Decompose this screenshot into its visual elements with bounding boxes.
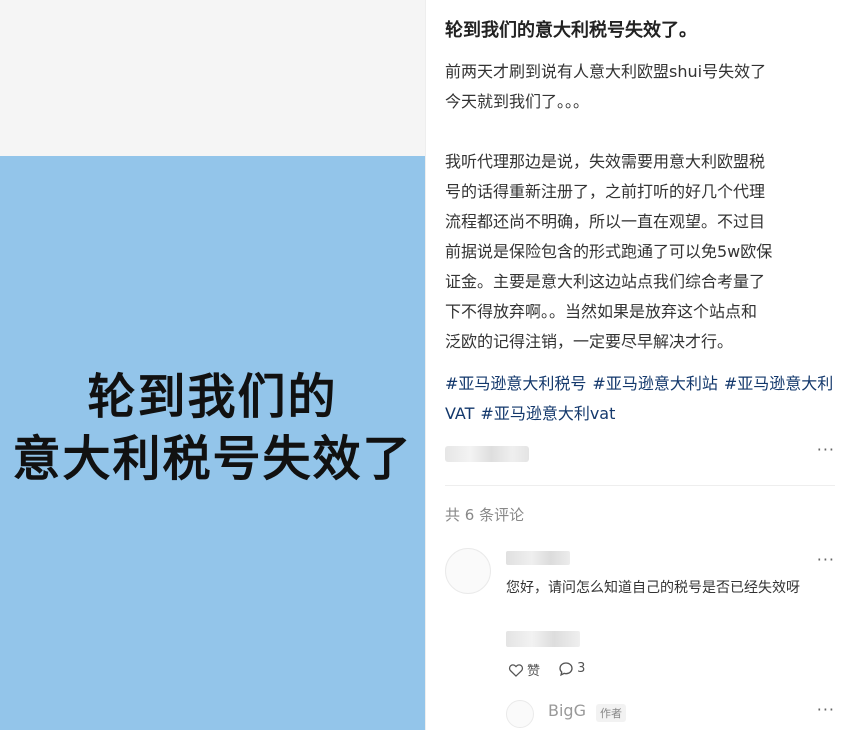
comment-more-icon[interactable]: ··· bbox=[817, 550, 835, 569]
comment-count: 共 6 条评论 bbox=[445, 506, 525, 524]
tag-link[interactable]: #亚马逊意大利站 bbox=[592, 374, 717, 393]
comment-text: 您好，请问怎么知道自己的税号是否已经失效呀 bbox=[506, 580, 800, 596]
image-headline-line2: 意大利税号失效了 bbox=[12, 431, 413, 487]
comment-actions: 赞 3 bbox=[508, 660, 599, 681]
post-image-panel: 轮到我们的 意大利税号失效了 bbox=[0, 0, 425, 730]
comment-avatar[interactable] bbox=[445, 548, 491, 594]
blurred-commenter-name bbox=[506, 551, 570, 565]
post-body: 前两天才刷到说有人意大利欧盟shui号失效了 今天就到我们了。。。 我听代理那边… bbox=[445, 57, 840, 357]
blurred-comment-date bbox=[506, 631, 580, 647]
divider bbox=[445, 485, 835, 486]
blurred-post-date bbox=[445, 446, 529, 462]
reply-author-name[interactable]: BigG bbox=[548, 701, 586, 720]
reply-more-icon[interactable]: ··· bbox=[817, 700, 835, 719]
author-badge: 作者 bbox=[596, 704, 626, 722]
reply-avatar[interactable] bbox=[506, 700, 534, 728]
heart-icon bbox=[508, 663, 524, 677]
post-paragraph-2: 我听代理那边是说，失效需要用意大利欧盟税 号的话得重新注册了，之前打听的好几个代… bbox=[445, 152, 773, 351]
post-tags: #亚马逊意大利税号 #亚马逊意大利站 #亚马逊意大利VAT #亚马逊意大利vat bbox=[445, 369, 840, 429]
reply-count: 3 bbox=[577, 661, 586, 676]
tag-link[interactable]: #亚马逊意大利税号 bbox=[445, 374, 586, 393]
reply-button[interactable]: 3 bbox=[558, 661, 585, 677]
image-headline: 轮到我们的 意大利税号失效了 bbox=[0, 366, 425, 490]
tag-link[interactable]: #亚马逊意大利vat bbox=[480, 404, 615, 423]
chat-bubble-icon bbox=[559, 661, 573, 676]
note-page: 轮到我们的 意大利税号失效了 轮到我们的意大利税号失效了。 前两天才刷到说有人意… bbox=[0, 0, 865, 730]
post-detail-panel: 轮到我们的意大利税号失效了。 前两天才刷到说有人意大利欧盟shui号失效了 今天… bbox=[426, 0, 865, 730]
like-label: 赞 bbox=[527, 664, 541, 679]
post-image[interactable]: 轮到我们的 意大利税号失效了 bbox=[0, 156, 425, 730]
post-more-icon[interactable]: ··· bbox=[817, 440, 835, 459]
post-meta-row: ··· bbox=[445, 440, 835, 464]
post-title: 轮到我们的意大利税号失效了。 bbox=[445, 20, 697, 41]
post-paragraph-1: 前两天才刷到说有人意大利欧盟shui号失效了 今天就到我们了。。。 bbox=[445, 62, 767, 111]
image-headline-line1: 轮到我们的 bbox=[87, 369, 338, 425]
like-button[interactable]: 赞 bbox=[508, 660, 540, 679]
